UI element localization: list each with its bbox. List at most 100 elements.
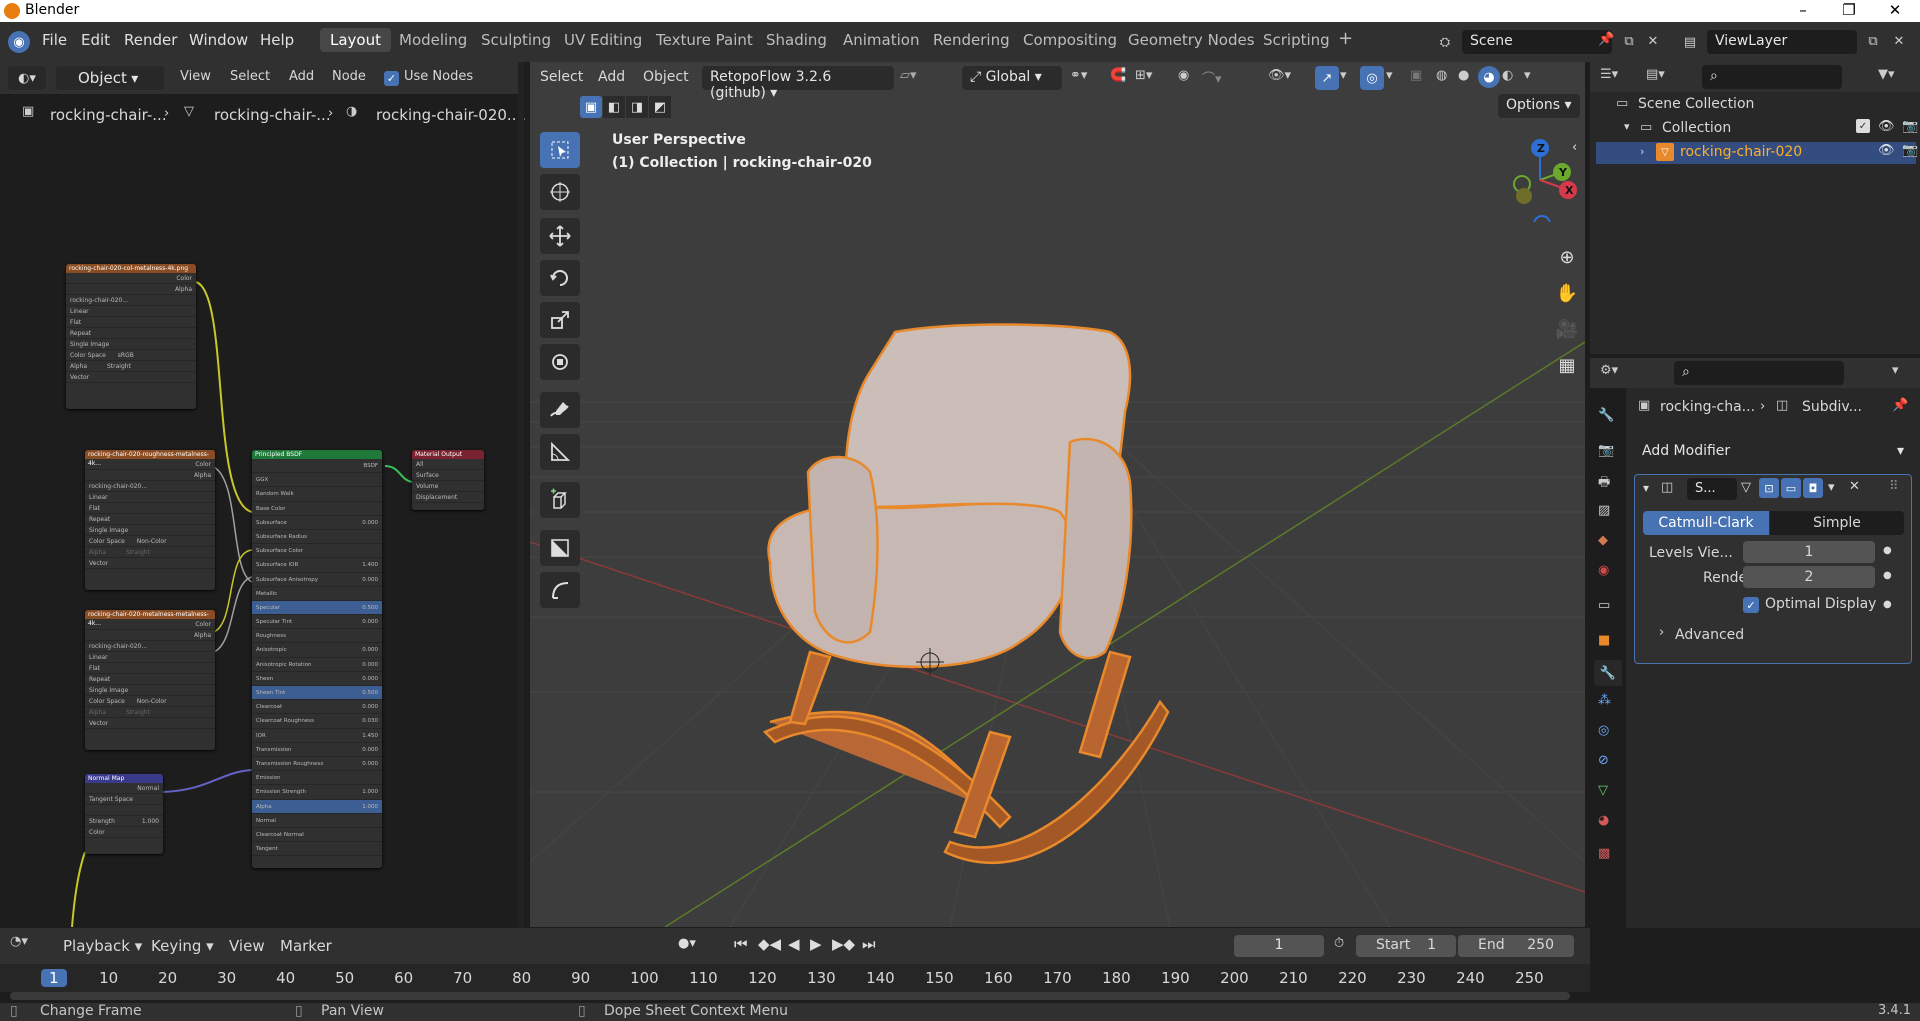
display-mode-icon[interactable]: ▤▾ bbox=[1646, 67, 1665, 82]
bsdf-input-row[interactable]: Emission bbox=[252, 771, 382, 786]
current-frame-field[interactable]: 1 bbox=[1234, 935, 1324, 957]
scale-tool-icon[interactable] bbox=[540, 302, 580, 338]
jump-to-keyframe-next-icon[interactable]: ▶◆ bbox=[832, 935, 855, 953]
new-scene-icon[interactable]: ⧉ bbox=[1618, 30, 1640, 52]
proportional-editing-icon[interactable]: ◉ bbox=[1178, 68, 1189, 83]
start-frame-field[interactable]: Start 1 bbox=[1356, 935, 1456, 957]
timeline-editor[interactable]: ◔▾ Playback ▾ Keying ▾ View Marker ●▾ ⏮ … bbox=[0, 928, 1590, 1003]
image-selector[interactable]: rocking-chair-020... bbox=[66, 295, 196, 306]
extension-dropdown[interactable]: Repeat bbox=[85, 674, 215, 685]
scene-tab-icon[interactable]: ◆ bbox=[1598, 533, 1608, 548]
tab-uv-editing[interactable]: UV Editing bbox=[564, 31, 642, 49]
advanced-subpanel-header[interactable]: Advanced bbox=[1675, 627, 1744, 643]
bsdf-input-row[interactable]: Sheen Tint 0.500 bbox=[252, 686, 382, 701]
properties-search-input[interactable]: ⌕ bbox=[1674, 361, 1844, 385]
target-dropdown[interactable]: All bbox=[412, 459, 484, 470]
bsdf-input-row[interactable]: Subsurface Radius bbox=[252, 530, 382, 545]
colorspace-dropdown[interactable]: Color Space sRGB bbox=[66, 350, 196, 361]
viewport-menu-add[interactable]: Add bbox=[598, 69, 625, 85]
colorspace-dropdown[interactable]: Color Space Non-Color bbox=[85, 536, 215, 547]
interpolation-dropdown[interactable]: Linear bbox=[85, 492, 215, 503]
drag-handle-icon[interactable]: ⠿ bbox=[1889, 479, 1899, 494]
catmull-clark-button[interactable]: Catmull-Clark bbox=[1643, 511, 1769, 535]
current-frame-marker[interactable]: 1 bbox=[41, 969, 67, 987]
bsdf-input-row[interactable]: Clearcoat Normal bbox=[252, 828, 382, 843]
snap-target-icon[interactable]: ▱▾ bbox=[900, 68, 917, 83]
shading-dropdown-icon[interactable]: ▾ bbox=[1524, 68, 1531, 83]
alpha-dropdown[interactable]: Alpha Straight bbox=[66, 361, 196, 372]
material-preview-shading-icon[interactable]: ◕ bbox=[1478, 66, 1500, 88]
bsdf-input-row[interactable]: Specular Tint 0.000 bbox=[252, 615, 382, 630]
object-tab-icon[interactable]: ■ bbox=[1598, 633, 1610, 648]
bsdf-input-row[interactable]: Clearcoat 0.000 bbox=[252, 700, 382, 715]
zoom-icon[interactable]: ⊕ bbox=[1552, 242, 1582, 272]
keyframe-dot-icon[interactable]: ● bbox=[1883, 599, 1892, 610]
image-texture-node-metalness[interactable]: rocking-chair-020-metalness-metalness-4k… bbox=[85, 610, 215, 750]
add-modifier-button[interactable]: Add Modifier ▾ bbox=[1634, 440, 1912, 466]
select-subtract-icon[interactable]: ◨ bbox=[626, 96, 648, 118]
outliner[interactable]: ☰▾ ▤▾ ⌕ ▼▾ ▭ Scene Collection ▾ ▭ Collec… bbox=[1590, 62, 1920, 354]
modifier-name-field[interactable]: S... bbox=[1687, 478, 1737, 500]
bsdf-input-row[interactable]: BSDF bbox=[252, 459, 382, 474]
tab-scripting[interactable]: Scripting bbox=[1263, 31, 1330, 49]
bsdf-input-row[interactable]: Specular 0.500 bbox=[252, 600, 382, 616]
constraints-tab-icon[interactable]: ⊘ bbox=[1598, 753, 1609, 768]
normal-map-node[interactable]: Normal Map Normal Tangent Space Strength… bbox=[85, 774, 163, 854]
alpha-dropdown[interactable]: Alpha Straight bbox=[85, 547, 215, 558]
shader-node-editor[interactable]: ◐▾ Object ▾ View Select Add Node ✓ Use N… bbox=[0, 62, 526, 927]
close-window-button[interactable]: ✕ bbox=[1872, 0, 1918, 22]
outliner-editor-type-icon[interactable]: ☰▾ bbox=[1600, 67, 1618, 82]
image-selector[interactable]: rocking-chair-020... bbox=[85, 481, 215, 492]
timeline-editor-type-icon[interactable]: ◔▾ bbox=[10, 934, 28, 949]
image-texture-node-roughness[interactable]: rocking-chair-020-roughness-metalness-4k… bbox=[85, 450, 215, 590]
wireframe-shading-icon[interactable]: ◍ bbox=[1436, 68, 1447, 83]
tool-tab-icon[interactable]: 🔧 bbox=[1598, 408, 1614, 423]
options-dropdown[interactable]: Options ▾ bbox=[1498, 94, 1580, 118]
view-layer-field[interactable]: ViewLayer bbox=[1707, 30, 1857, 54]
levels-viewport-field[interactable]: 1 bbox=[1743, 541, 1875, 563]
falloff-icon[interactable]: ⌒▾ bbox=[1202, 68, 1222, 87]
eye-icon[interactable]: 👁 bbox=[1878, 119, 1895, 134]
gizmo-toggle-icon[interactable]: ↗ bbox=[1315, 66, 1339, 90]
tab-geometry-nodes[interactable]: Geometry Nodes bbox=[1128, 31, 1255, 49]
properties-editor[interactable]: ⚙▾ ⌕ ▾ 🔧 📷 🖶 ▨ ◆ ◉ ▭ ■ 🔧 ⁂ ◎ ⊘ ▽ ◕ ▩ ▣ r… bbox=[1590, 358, 1920, 928]
viewport-menu-select[interactable]: Select bbox=[540, 69, 583, 85]
source-dropdown[interactable]: Single Image bbox=[85, 685, 215, 696]
menu-render[interactable]: Render bbox=[124, 31, 177, 49]
bsdf-input-row[interactable]: Subsurface Color bbox=[252, 544, 382, 559]
bsdf-input-row[interactable]: IOR 1.450 bbox=[252, 729, 382, 743]
select-extend-icon[interactable]: ◧ bbox=[603, 96, 625, 118]
jump-to-end-icon[interactable]: ⏭ bbox=[862, 935, 876, 953]
bsdf-input-row[interactable]: Roughness bbox=[252, 629, 382, 644]
blender-menu-icon[interactable]: ◉ bbox=[8, 31, 30, 53]
timeline-menu-playback[interactable]: Playback ▾ bbox=[63, 937, 142, 955]
snap-increment-icon[interactable]: ⊞▾ bbox=[1135, 68, 1152, 83]
play-icon[interactable]: ▶ bbox=[810, 935, 822, 953]
delete-scene-icon[interactable]: ✕ bbox=[1642, 30, 1664, 52]
modifier-options-chevron-icon[interactable]: ▾ bbox=[1828, 480, 1835, 495]
maximize-button[interactable]: ❐ bbox=[1826, 0, 1872, 22]
node-editor-scrollbar[interactable] bbox=[518, 62, 524, 927]
stopwatch-icon[interactable]: ⏱ bbox=[1334, 936, 1344, 951]
scene-name-field[interactable]: Scene bbox=[1462, 30, 1612, 54]
projection-dropdown[interactable]: Flat bbox=[66, 317, 196, 328]
menu-help[interactable]: Help bbox=[260, 31, 294, 49]
remove-modifier-icon[interactable]: ✕ bbox=[1849, 479, 1860, 494]
collection-tab-icon[interactable]: ▭ bbox=[1598, 598, 1610, 613]
keyframe-dot-icon[interactable]: ● bbox=[1883, 545, 1892, 556]
image-selector[interactable]: rocking-chair-020... bbox=[85, 641, 215, 652]
texture-tab-icon[interactable]: ▩ bbox=[1598, 846, 1610, 861]
add-cube-tool-icon[interactable] bbox=[540, 482, 580, 518]
bsdf-input-row[interactable]: Base Color bbox=[252, 502, 382, 516]
jump-to-keyframe-prev-icon[interactable]: ◆◀ bbox=[758, 935, 781, 953]
view-layer-tab-icon[interactable]: ▨ bbox=[1598, 503, 1610, 518]
image-texture-node-color[interactable]: rocking-chair-020-col-metalness-4k.png C… bbox=[66, 264, 196, 409]
play-reverse-icon[interactable]: ◀ bbox=[788, 935, 800, 953]
rendered-shading-icon[interactable]: ◐ bbox=[1502, 68, 1513, 83]
xray-icon[interactable]: ▣ bbox=[1410, 68, 1422, 83]
bsdf-input-row[interactable]: Clearcoat Roughness 0.030 bbox=[252, 714, 382, 729]
view-layer-icon[interactable]: ▤ bbox=[1675, 30, 1705, 54]
expand-chevron-icon[interactable]: › bbox=[1640, 145, 1644, 158]
filter-icon[interactable]: ▼▾ bbox=[1878, 67, 1895, 82]
expand-chevron-icon[interactable]: ▾ bbox=[1624, 120, 1630, 133]
